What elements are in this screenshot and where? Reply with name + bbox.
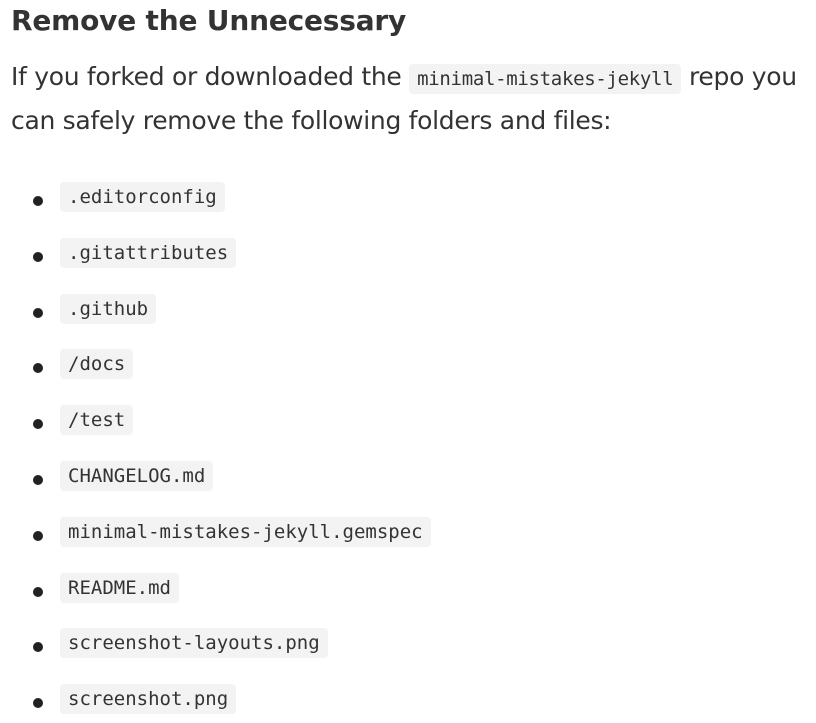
bullet-icon (33, 474, 43, 485)
file-name-code: minimal-mistakes-jekyll.gemspec (60, 516, 431, 547)
file-name-code: screenshot.png (60, 684, 237, 715)
bullet-icon (33, 363, 43, 374)
file-name-code: screenshot-layouts.png (60, 628, 328, 659)
section-heading: Remove the Unnecessary (11, 4, 407, 37)
file-name-code: .gitattributes (60, 237, 237, 268)
intro-paragraph: If you forked or downloaded the minimal-… (11, 56, 811, 142)
file-name-code: CHANGELOG.md (60, 460, 214, 491)
file-name-code: /test (60, 405, 134, 436)
list-item: /docs (11, 349, 816, 405)
document-page: Remove the Unnecessary If you forked or … (0, 0, 816, 723)
file-name-code: README.md (60, 572, 179, 603)
intro-text-before: If you forked or downloaded the (11, 62, 410, 91)
bullet-icon (33, 419, 43, 430)
list-item: .editorconfig (11, 182, 816, 238)
file-name-code: .editorconfig (60, 182, 225, 212)
list-item: minimal-mistakes-jekyll.gemspec (11, 516, 816, 573)
bullet-icon (33, 698, 43, 709)
repo-name-code: minimal-mistakes-jekyll (409, 64, 682, 94)
list-item: screenshot.png (11, 684, 816, 723)
list-item: screenshot-layouts.png (11, 628, 816, 684)
bullet-icon (33, 530, 43, 541)
list-item: README.md (11, 572, 816, 629)
list-item: .github (11, 293, 816, 350)
list-item: CHANGELOG.md (11, 460, 816, 517)
file-name-code: /docs (60, 349, 134, 380)
bullet-icon (33, 307, 43, 318)
bullet-icon (33, 196, 43, 206)
removable-files-list: .editorconfig .gitattributes .github /do… (11, 182, 816, 723)
bullet-icon (33, 251, 43, 262)
list-item: .gitattributes (11, 237, 816, 294)
bullet-icon (33, 642, 43, 653)
bullet-icon (33, 586, 43, 597)
list-item: /test (11, 405, 816, 461)
file-name-code: .github (60, 293, 157, 324)
